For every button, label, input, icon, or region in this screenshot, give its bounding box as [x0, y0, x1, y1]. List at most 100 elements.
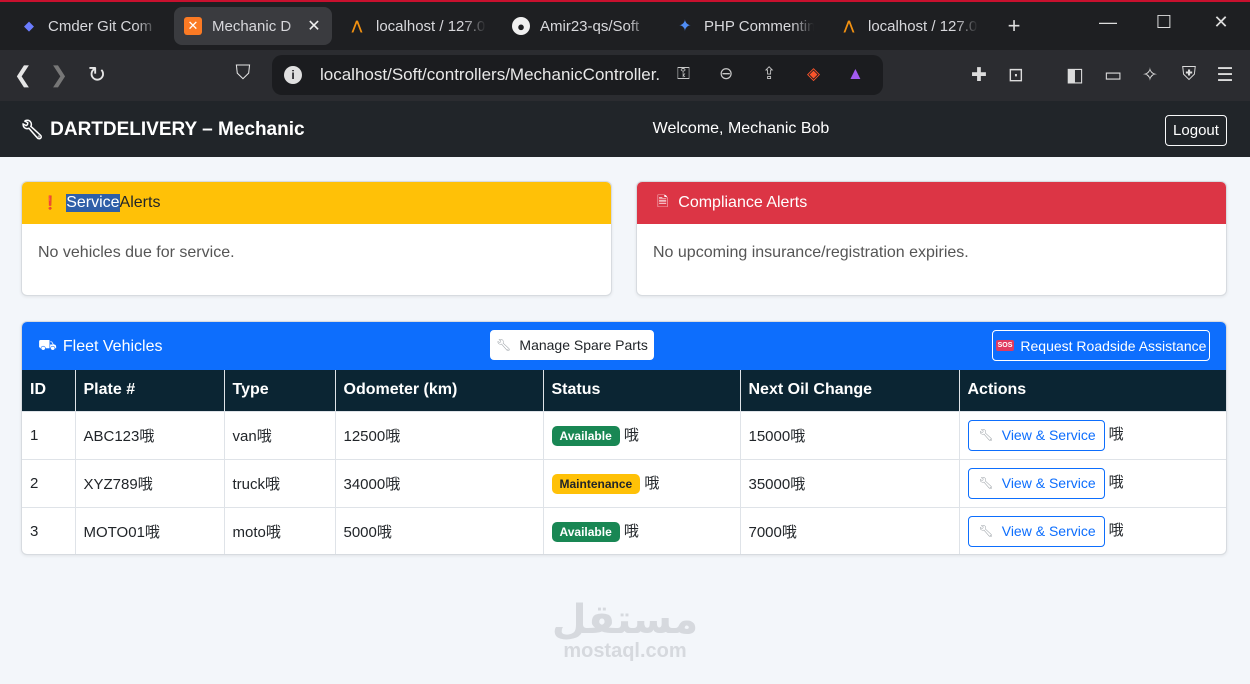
cell-odometer: 34000哦: [335, 458, 544, 507]
site-info-icon[interactable]: i: [284, 66, 302, 84]
trailing-glyph: 哦: [144, 523, 160, 541]
request-roadside-assistance-button[interactable]: SOS Request Roadside Assistance: [992, 330, 1210, 361]
reload-icon[interactable]: ↻: [79, 62, 115, 88]
zoom-icon[interactable]: ⊖: [719, 64, 733, 84]
type-text: moto: [232, 523, 266, 541]
status-badge: Available: [551, 426, 620, 446]
view-service-button[interactable]: 🔧︎ View & Service: [967, 419, 1105, 451]
cell-plate: ABC123哦: [75, 410, 225, 459]
watermark-arabic: مستقل: [551, 597, 699, 643]
url-text[interactable]: localhost/Soft/controllers/MechanicContr…: [320, 65, 660, 85]
forward-icon[interactable]: ❯: [41, 62, 77, 88]
minimize-icon[interactable]: —: [1093, 12, 1123, 33]
sos-icon: SOS: [995, 340, 1015, 351]
brave-shield-icon[interactable]: ◈: [807, 64, 820, 84]
service-alerts-title: Alerts: [119, 194, 161, 211]
browser-tab-bar: ◆ Cmder Git Com ✕ Mechanic D ✕ ⋀ localho…: [0, 0, 1250, 50]
cell-actions: 🔧︎ View & Service 哦: [959, 506, 1226, 554]
view-service-label: View & Service: [1001, 475, 1096, 491]
manage-spare-parts-button[interactable]: 🔧︎ Manage Spare Parts: [490, 330, 654, 360]
odometer-text: 34000: [343, 475, 386, 493]
cmder-icon: ◆: [24, 18, 34, 33]
trailing-glyph: 哦: [623, 523, 639, 541]
fleet-header: ⛟ Fleet Vehicles 🔧︎ Manage Spare Parts S…: [22, 322, 1226, 370]
cell-actions: 🔧︎ View & Service 哦: [959, 458, 1226, 507]
address-bar[interactable]: i localhost/Soft/controllers/MechanicCon…: [272, 55, 883, 95]
tab-title: Amir23-qs/Soft: [540, 17, 640, 35]
truck-icon: ⛟: [38, 337, 57, 354]
trailing-glyph: 哦: [139, 427, 155, 445]
back-icon[interactable]: ❮: [5, 62, 41, 88]
cell-plate: MOTO01哦: [75, 506, 225, 554]
app-navbar: 🔧︎ DARTDELIVERY – Mechanic Welcome, Mech…: [0, 101, 1250, 157]
fleet-title-text: Fleet Vehicles: [62, 337, 163, 355]
compliance-alerts-title: Compliance Alerts: [678, 194, 808, 211]
reader-icon[interactable]: ⊡: [1003, 64, 1029, 87]
trailing-glyph: 哦: [385, 475, 401, 493]
wrench-icon: 🔧︎: [496, 338, 512, 352]
tab-title: localhost / 127.0: [376, 17, 486, 35]
browser-tab[interactable]: ✦ PHP Commenting: [666, 7, 824, 45]
view-service-button[interactable]: 🔧︎ View & Service: [967, 515, 1105, 547]
sidebar-icon[interactable]: ◧: [1062, 64, 1088, 87]
browser-tab[interactable]: ● Amir23-qs/Soft: [502, 7, 660, 45]
trailing-glyph: 哦: [644, 475, 660, 492]
compliance-alerts-card: 🗎 Compliance Alerts No upcoming insuranc…: [636, 181, 1227, 296]
odometer-text: 12500: [343, 427, 386, 445]
cell-id: 1: [22, 410, 76, 459]
view-service-button[interactable]: 🔧︎ View & Service: [967, 467, 1105, 499]
manage-spare-parts-label: Manage Spare Parts: [519, 337, 648, 353]
cell-status: Available 哦: [543, 410, 741, 459]
bookmark-icon[interactable]: ⛉: [225, 62, 261, 85]
column-header-next-oil: Next Oil Change: [740, 370, 960, 411]
leo-ai-icon[interactable]: ✧: [1137, 64, 1163, 87]
document-icon: 🗎: [657, 193, 669, 209]
share-icon[interactable]: ⇪: [762, 64, 776, 84]
tab-title: Mechanic D: [212, 17, 292, 35]
tab-title: Cmder Git Com: [48, 17, 153, 35]
maximize-icon[interactable]: ☐: [1149, 12, 1179, 33]
trailing-glyph: 哦: [1108, 473, 1124, 491]
fleet-title: ⛟ Fleet Vehicles: [38, 337, 162, 356]
plate-text: ABC123: [83, 427, 140, 445]
browser-tab-active[interactable]: ✕ Mechanic D ✕: [174, 7, 332, 45]
cell-id: 3: [22, 506, 76, 554]
compliance-alerts-message: No upcoming insurance/registration expir…: [653, 244, 969, 261]
browser-tab[interactable]: ⋀ localhost / 127.0: [830, 7, 988, 45]
cell-id: 2: [22, 458, 76, 507]
vpn-icon[interactable]: ⛨: [1176, 64, 1202, 86]
brand[interactable]: 🔧︎ DARTDELIVERY – Mechanic: [20, 118, 305, 142]
next-oil-text: 35000: [748, 475, 791, 493]
xampp-icon: ✕: [184, 17, 202, 35]
odometer-text: 5000: [343, 523, 377, 541]
cell-type: moto哦: [224, 506, 336, 554]
extensions-icon[interactable]: ✚: [966, 64, 992, 87]
browser-tab[interactable]: ⋀ localhost / 127.0: [338, 7, 496, 45]
new-tab-icon[interactable]: +: [1002, 13, 1026, 39]
phpmyadmin-icon: ⋀: [843, 18, 855, 33]
wallet-icon[interactable]: ▭: [1100, 64, 1126, 87]
status-badge: Maintenance: [551, 474, 641, 494]
column-header-actions: Actions: [959, 370, 1226, 411]
logout-button[interactable]: Logout: [1165, 115, 1227, 146]
view-service-label: View & Service: [1001, 427, 1096, 443]
close-window-icon[interactable]: ✕: [1206, 12, 1236, 33]
key-icon[interactable]: ⚿: [677, 64, 690, 84]
trailing-glyph: 哦: [1108, 522, 1124, 540]
plate-text: MOTO01: [83, 523, 145, 541]
trailing-glyph: 哦: [1108, 425, 1124, 443]
wrench-icon: 🔧︎: [978, 428, 994, 442]
close-tab-icon[interactable]: ✕: [306, 16, 322, 36]
cell-next-oil: 15000哦: [740, 410, 960, 459]
trailing-glyph: 哦: [265, 475, 281, 493]
column-header-status: Status: [543, 370, 741, 411]
brave-rewards-icon[interactable]: ▲: [847, 64, 864, 84]
cell-next-oil: 35000哦: [740, 458, 960, 507]
service-alerts-card: ❗ Service Alerts No vehicles due for ser…: [21, 181, 612, 296]
menu-icon[interactable]: ☰: [1212, 64, 1238, 87]
trailing-glyph: 哦: [781, 523, 797, 541]
trailing-glyph: 哦: [790, 475, 806, 493]
plate-text: XYZ789: [83, 475, 138, 493]
tab-title: PHP Commenting: [704, 17, 814, 35]
browser-tab[interactable]: ◆ Cmder Git Com: [10, 7, 168, 45]
